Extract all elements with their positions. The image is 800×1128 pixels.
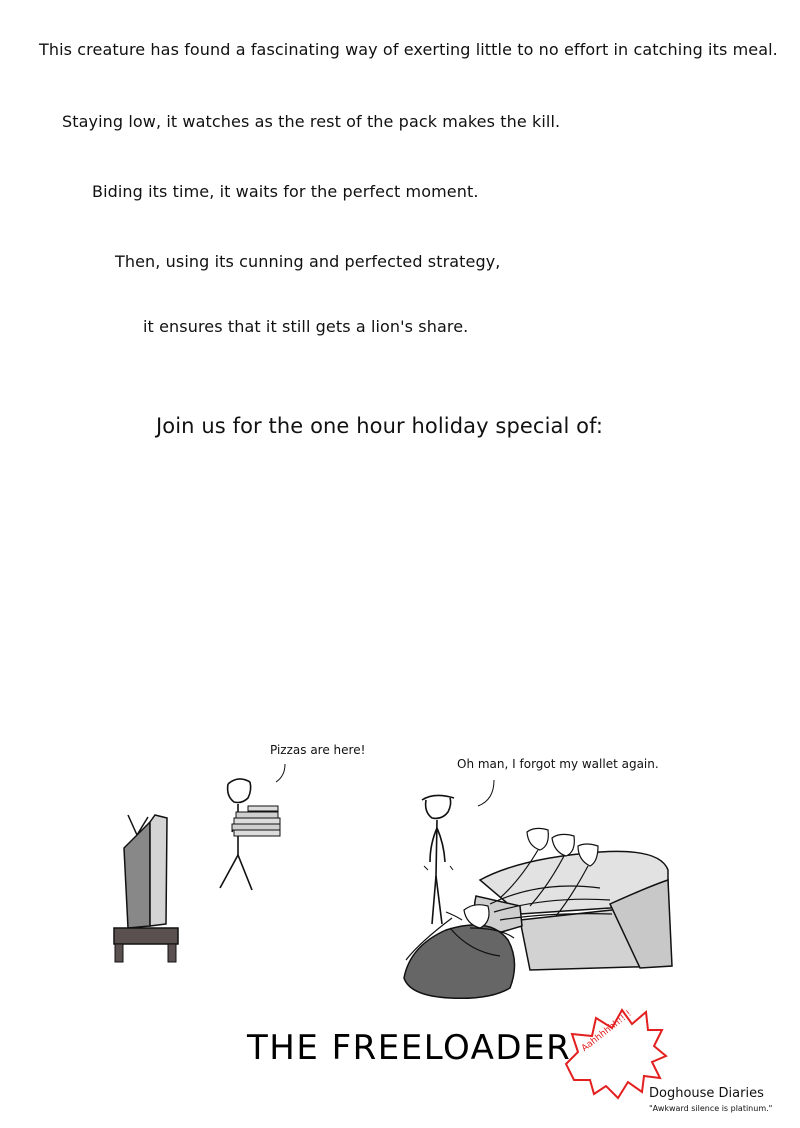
tv-stand-icon [113,927,179,963]
speech-tail-freeloader [477,779,495,807]
freeloader-speech: Oh man, I forgot my wallet again. [457,757,659,771]
speech-tail-pizza [275,763,286,783]
tagline: "Awkward silence is platinum." [649,1104,773,1113]
signature: Doghouse Diaries [649,1086,764,1101]
beanbag-icon [403,924,516,1000]
pizza-speech: Pizzas are here! [270,743,366,757]
comic-title: THE FREELOADER [247,1028,572,1068]
comic-scene [113,763,673,1100]
tv-icon [123,814,168,929]
pizza-boxes-icon [231,805,281,837]
freeloader-figure [421,794,455,925]
